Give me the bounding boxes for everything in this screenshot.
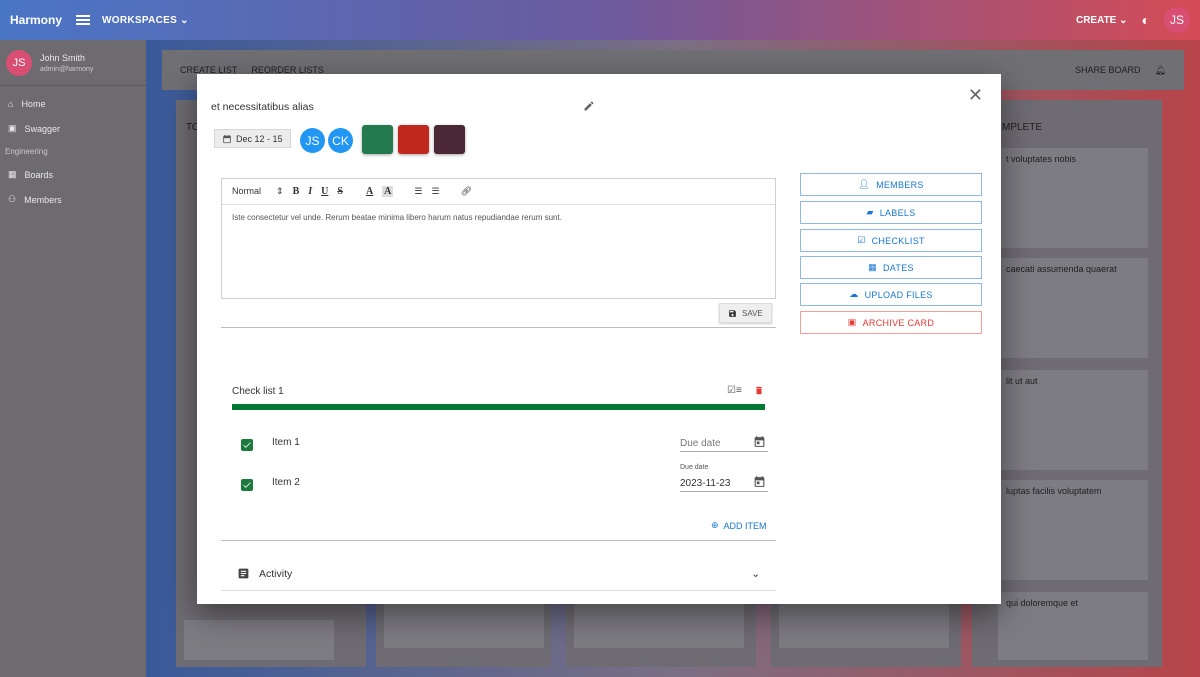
user-avatar[interactable]: JS	[1164, 7, 1190, 33]
create-menu[interactable]: CREATE ⌄	[1076, 15, 1128, 26]
labels-button[interactable]: ▰ LABELS	[800, 201, 982, 224]
add-task-icon: ⊕	[711, 520, 719, 530]
share-board-button[interactable]: SHARE BOARD	[1075, 65, 1141, 75]
member-avatar[interactable]: JS	[300, 128, 325, 153]
sidebar-item-boards[interactable]: ▦ Boards	[0, 162, 146, 187]
item-due-date-field[interactable]: Due date	[680, 436, 768, 452]
ordered-list-icon[interactable]: ☰	[414, 186, 422, 197]
checklist-toggle-icon[interactable]: ☑≡	[727, 385, 742, 396]
format-select[interactable]: Normal ⇕	[232, 186, 284, 197]
checklist-button[interactable]: ☑ CHECKLIST	[800, 229, 982, 252]
card-title[interactable]: et necessitatibus alias	[211, 101, 314, 113]
calendar-icon[interactable]	[753, 435, 766, 448]
checklist-progress-fill	[232, 404, 765, 410]
sidebar-avatar: JS	[6, 49, 32, 76]
menu-icon[interactable]	[76, 13, 91, 27]
label-icon: ▰	[866, 207, 874, 217]
members-icon: ⚇	[8, 194, 17, 204]
card-dialog: ✕ et necessitatibus alias Dec 12 - 15 JS…	[197, 74, 1001, 604]
save-icon	[729, 309, 736, 317]
checklist-item-label[interactable]: Item 2	[272, 477, 300, 488]
calendar-icon[interactable]	[753, 475, 766, 488]
sidebar-user: JS John Smith admin@harmony	[0, 40, 146, 86]
save-button[interactable]: SAVE	[719, 303, 772, 323]
boards-icon: ▦	[8, 169, 17, 179]
cloud-upload-icon: ☁	[849, 289, 859, 299]
bell-icon[interactable]: 🔔︎	[1155, 65, 1166, 76]
strike-icon[interactable]: S	[337, 186, 343, 197]
editor-content[interactable]: Iste consectetur vel unde. Rerum beatae …	[222, 205, 775, 230]
due-date-text: Dec 12 - 15	[236, 133, 283, 144]
add-person-icon: 👤︎	[858, 179, 871, 189]
checklist-item-label[interactable]: Item 1	[272, 437, 300, 448]
checklist-progress-bar	[232, 404, 765, 410]
divider	[221, 327, 776, 328]
activity-title: Activity	[259, 567, 293, 580]
sidebar-item-members[interactable]: ⚇ Members	[0, 187, 146, 212]
background-color-icon[interactable]: A	[382, 186, 394, 197]
upload-files-button[interactable]: ☁ UPLOAD FILES	[800, 283, 982, 306]
text-color-icon[interactable]: A	[366, 186, 373, 197]
sidebar-item-home[interactable]: ⌂ Home	[0, 92, 146, 116]
underline-icon[interactable]: U	[321, 186, 328, 197]
italic-icon[interactable]: I	[308, 186, 312, 197]
item-due-date-field[interactable]: 2023-11-23	[680, 476, 768, 492]
dates-button[interactable]: ▦ DATES	[800, 256, 982, 279]
add-item-button[interactable]: ⊕ ADD ITEM	[711, 520, 767, 531]
calendar-icon	[223, 134, 231, 143]
label-swatch[interactable]	[434, 125, 465, 154]
card[interactable]	[184, 620, 334, 660]
archive-card-button[interactable]: ▣ ARCHIVE CARD	[800, 311, 982, 334]
app-brand[interactable]: Harmony	[10, 13, 62, 27]
archive-icon: ▣	[847, 317, 857, 327]
notes-icon	[238, 568, 249, 579]
delete-icon[interactable]	[754, 385, 764, 396]
card[interactable]: caecati assumenda quaerat	[998, 258, 1148, 358]
checklist-icon: ☑	[857, 235, 866, 245]
link-icon[interactable]: 🔗︎	[461, 186, 472, 197]
app-bar: Harmony WORKSPACES ⌄ CREATE ⌄ ◐ JS	[0, 0, 1200, 40]
member-avatar[interactable]: CK	[328, 128, 353, 153]
sidebar-item-swagger[interactable]: ▣ Swagger	[0, 116, 146, 141]
swagger-icon: ▣	[8, 123, 17, 133]
editor-toolbar: Normal ⇕ B I U S A A ☰ ☰ 🔗︎	[222, 179, 775, 205]
description-editor: Normal ⇕ B I U S A A ☰ ☰ 🔗︎ Iste consect…	[221, 178, 776, 299]
label-swatch[interactable]	[362, 125, 393, 154]
activity-accordion[interactable]: Activity ⌄	[221, 557, 776, 591]
divider	[221, 540, 776, 541]
sidebar-section-title: Engineering	[5, 147, 48, 156]
chevron-down-icon[interactable]: ⌄	[751, 568, 760, 580]
user-email: admin@harmony	[40, 65, 94, 73]
home-icon: ⌂	[8, 99, 14, 109]
checklist-title[interactable]: Check list 1	[232, 386, 284, 397]
sidebar: JS John Smith admin@harmony ⌂ Home ▣ Swagg…	[0, 40, 146, 677]
item-checkbox[interactable]	[241, 439, 253, 451]
checklist-actions: ☑≡	[727, 385, 764, 396]
calendar-icon: ▦	[868, 262, 877, 272]
edit-icon[interactable]	[583, 100, 595, 115]
user-name: John Smith	[40, 52, 86, 63]
due-date-chip[interactable]: Dec 12 - 15	[214, 129, 291, 148]
label-swatch[interactable]	[398, 125, 429, 154]
workspaces-menu[interactable]: WORKSPACES ⌄	[102, 15, 189, 26]
due-date-label: Due date	[680, 464, 709, 471]
theme-toggle-icon[interactable]: ◐	[1142, 12, 1150, 28]
card[interactable]: luptas facilis voluptatem	[998, 480, 1148, 580]
members-button[interactable]: 👤︎ MEMBERS	[800, 173, 982, 196]
bullet-list-icon[interactable]: ☰	[431, 186, 439, 197]
card[interactable]: t voluptates nobis	[998, 148, 1148, 248]
close-icon[interactable]: ✕	[968, 86, 983, 104]
card[interactable]: lit ut aut	[998, 370, 1148, 470]
bold-icon[interactable]: B	[293, 186, 300, 197]
item-checkbox[interactable]	[241, 479, 253, 491]
card[interactable]: qui doloremque et	[998, 592, 1148, 660]
